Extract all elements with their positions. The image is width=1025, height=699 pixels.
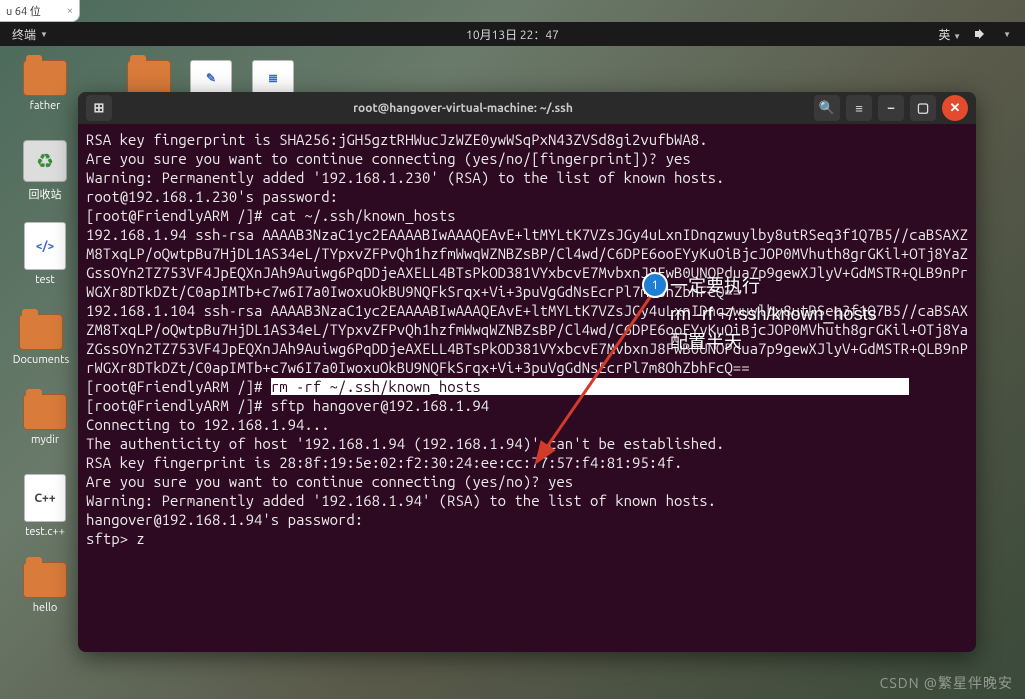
annotation-line: 一定要执行 <box>670 272 877 300</box>
gnome-top-bar: 终端 ▼ 10月13日 22：47 英 ▼ ▼ <box>0 22 1025 46</box>
terminal-line: The authenticity of host '192.168.1.94 (… <box>86 435 724 452</box>
folder-icon <box>23 60 67 96</box>
annotation-text: 一定要执行 rm -rf ~/.ssh/known_hosts 配置半天 <box>670 272 877 356</box>
close-button[interactable]: ✕ <box>942 95 968 121</box>
desktop-icon-documents[interactable]: Documents <box>10 314 72 366</box>
icon-label: father <box>14 100 76 112</box>
terminal-body[interactable]: RSA key fingerprint is SHA256:jGH5gztRHW… <box>78 124 976 652</box>
desktop-icon-test-cpp[interactable]: C++ test.c++ <box>14 474 76 538</box>
desktop-icon-father[interactable]: father <box>14 60 76 112</box>
terminal-line: Warning: Permanently added '192.168.1.23… <box>86 169 724 186</box>
minimize-button[interactable]: – <box>878 95 904 121</box>
icon-label: mydir <box>14 434 76 446</box>
file-icon: ✎ <box>190 60 232 96</box>
new-tab-button[interactable]: ⊞ <box>86 95 112 121</box>
terminal-window: ⊞ root@hangover-virtual-machine: ~/.ssh … <box>78 92 976 652</box>
icon-label: 回收站 <box>14 186 76 202</box>
maximize-button[interactable]: ▢ <box>910 95 936 121</box>
terminal-line: Warning: Permanently added '192.168.1.94… <box>86 492 716 509</box>
terminal-line: hangover@192.168.1.94's password: <box>86 511 372 528</box>
file-icon: </> <box>24 222 66 270</box>
folder-icon <box>127 60 171 96</box>
terminal-titlebar[interactable]: ⊞ root@hangover-virtual-machine: ~/.ssh … <box>78 92 976 124</box>
recycle-icon: ♻ <box>23 140 67 182</box>
icon-label: test <box>14 274 76 286</box>
desktop-icon-trash[interactable]: ♻ 回收站 <box>14 140 76 202</box>
folder-icon <box>19 314 63 350</box>
terminal-line: RSA key fingerprint is SHA256:jGH5gztRHW… <box>86 131 708 148</box>
chevron-down-icon[interactable]: ▼ <box>40 30 48 39</box>
icon-label: hello <box>14 602 76 614</box>
volume-icon[interactable] <box>975 29 989 39</box>
menu-icon[interactable]: ≡ <box>846 95 872 121</box>
window-title: root@hangover-virtual-machine: ~/.ssh <box>118 102 808 115</box>
annotation-line: 配置半天 <box>670 328 877 356</box>
terminal-line: [root@FriendlyARM /]# cat ~/.ssh/known_h… <box>86 207 456 224</box>
topbar-lang[interactable]: 英 ▼ <box>938 26 961 43</box>
terminal-highlight-pad <box>481 378 909 395</box>
terminal-highlighted-command: rm -rf ~/.ssh/known_hosts <box>271 378 481 395</box>
terminal-line: Are you sure you want to continue connec… <box>86 150 691 167</box>
browser-tab[interactable]: u 64 位 × <box>0 0 80 22</box>
desktop-icon-test[interactable]: </> test <box>14 222 76 286</box>
icon-label: Documents <box>10 354 72 366</box>
desktop-icon-mydir[interactable]: mydir <box>14 394 76 446</box>
terminal-prompt: [root@FriendlyARM /]# <box>86 378 271 395</box>
folder-icon <box>23 562 67 598</box>
annotation-line: rm -rf ~/.ssh/known_hosts <box>670 300 877 328</box>
topbar-app-name[interactable]: 终端 <box>12 26 36 43</box>
search-icon[interactable]: 🔍 <box>814 95 840 121</box>
folder-icon <box>23 394 67 430</box>
terminal-line: Connecting to 192.168.1.94... <box>86 416 330 433</box>
file-icon: C++ <box>24 474 66 522</box>
topbar-clock[interactable]: 10月13日 22：47 <box>466 26 559 43</box>
terminal-line: RSA key fingerprint is 28:8f:19:5e:02:f2… <box>86 454 682 471</box>
close-icon[interactable]: × <box>67 5 73 17</box>
system-menu-icon[interactable]: ▼ <box>1003 30 1011 39</box>
watermark: CSDN @繁星伴晚安 <box>880 673 1013 693</box>
annotation-badge: 1 <box>642 272 668 298</box>
desktop-icon-hello[interactable]: hello <box>14 562 76 614</box>
terminal-line: [root@FriendlyARM /]# sftp hangover@192.… <box>86 397 489 414</box>
file-icon: ≣ <box>252 60 294 96</box>
terminal-line: root@192.168.1.230's password: <box>86 188 346 205</box>
terminal-line: sftp> z <box>86 530 145 547</box>
terminal-line: Are you sure you want to continue connec… <box>86 473 573 490</box>
tab-label: u 64 位 <box>6 3 41 19</box>
icon-label: test.c++ <box>14 526 76 538</box>
